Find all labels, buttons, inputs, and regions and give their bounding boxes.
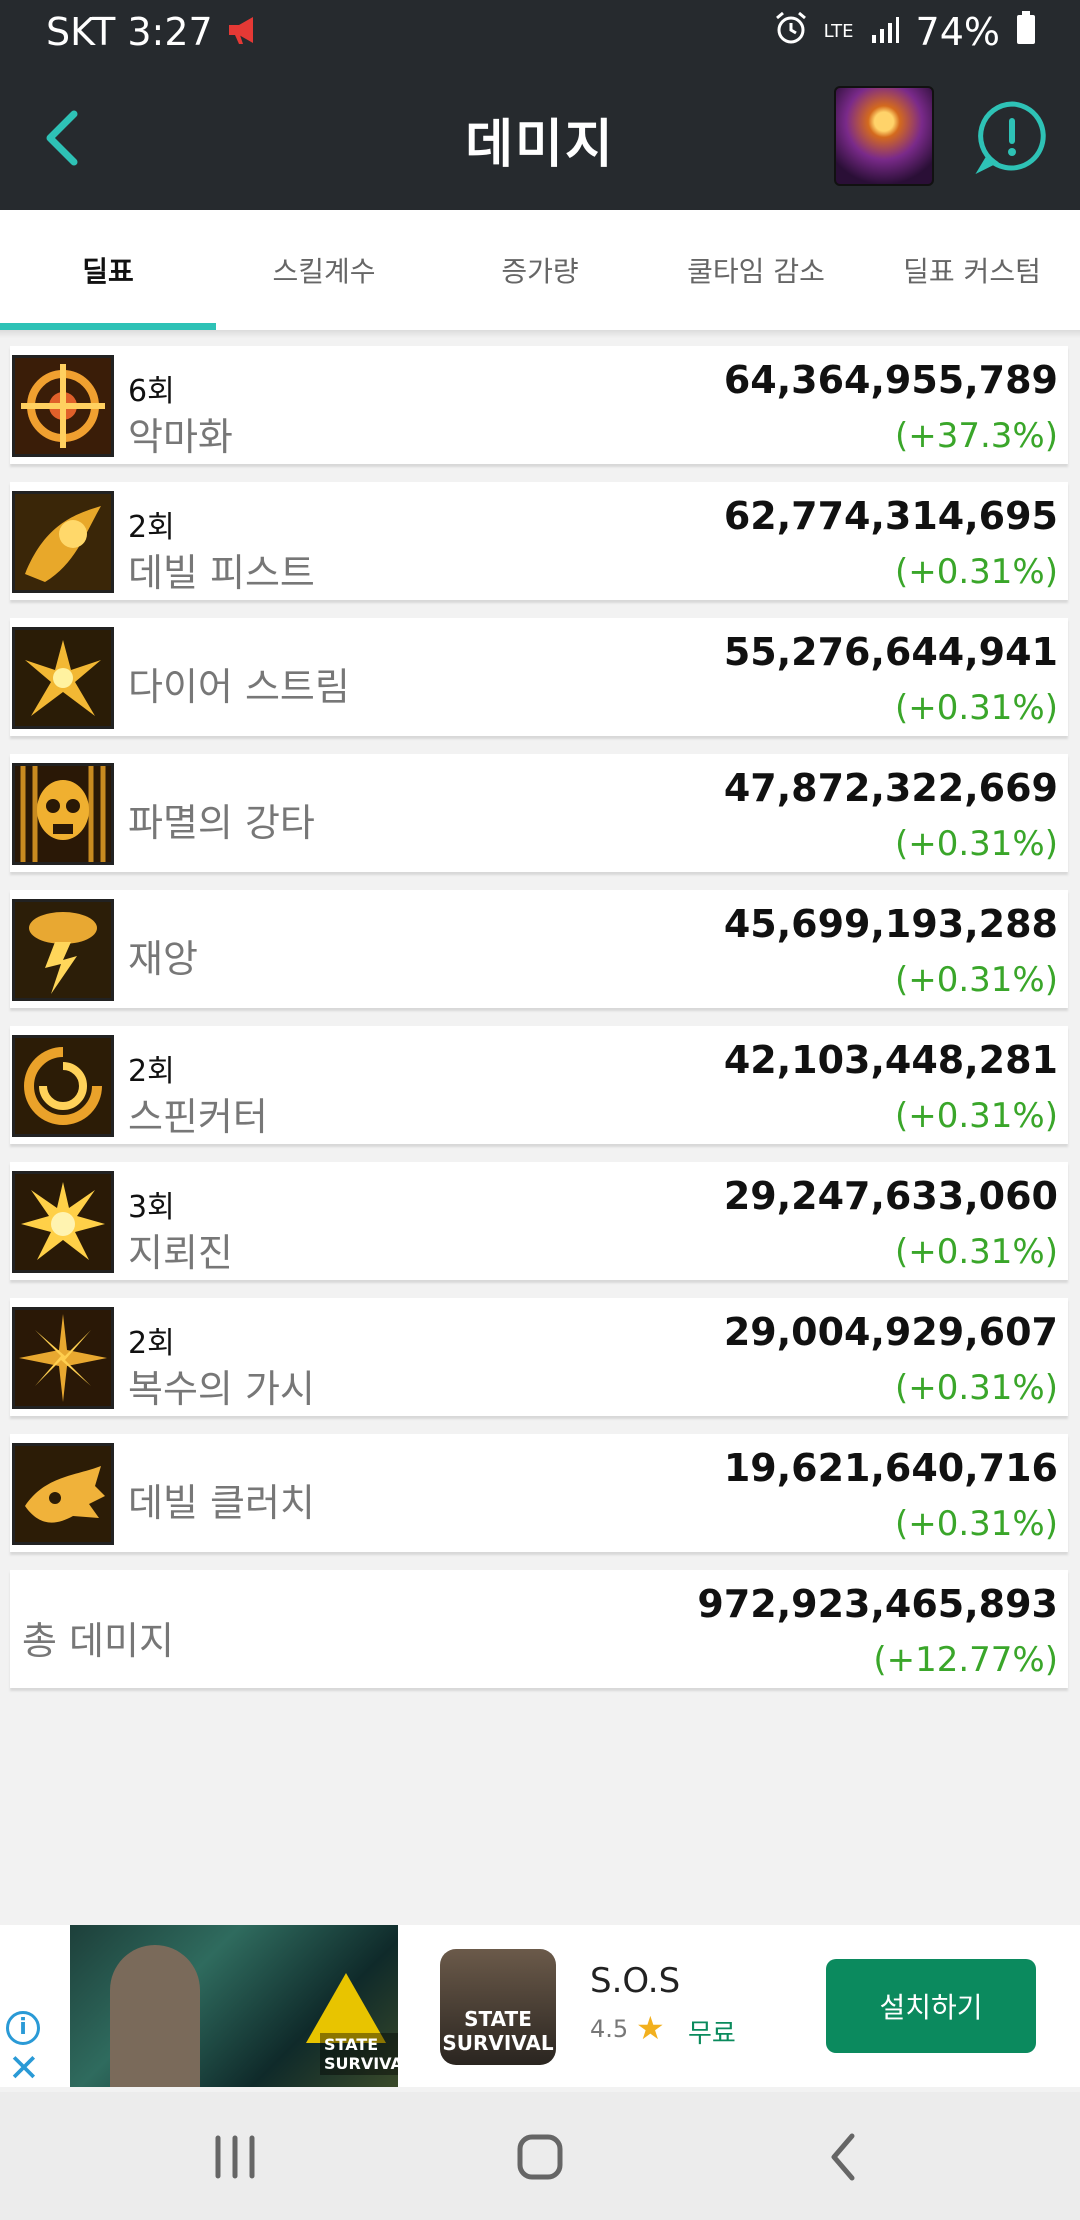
list-item: 데빌 클러치 19,621,640,716 (+0.31%) — [10, 1434, 1068, 1552]
skill-name: 데빌 피스트 — [128, 551, 315, 595]
star-icon: ★ — [636, 2009, 665, 2047]
damage-change: (+0.31%) — [894, 552, 1058, 592]
status-left: SKT 3:27 — [46, 10, 261, 54]
ad-price: 무료 — [688, 2019, 736, 2049]
fist-icon — [12, 491, 114, 593]
megaphone-icon — [227, 10, 261, 54]
storm-icon — [12, 899, 114, 1001]
damage-value: 19,621,640,716 — [723, 1446, 1058, 1490]
list-item: 6회 악마화 64,364,955,789 (+37.3%) — [10, 346, 1068, 464]
tab-dps-table[interactable]: 딜표 — [0, 210, 216, 330]
damage-value: 29,004,929,607 — [723, 1310, 1058, 1354]
signal-icon — [870, 10, 900, 54]
damage-value: 64,364,955,789 — [723, 358, 1058, 402]
damage-change: (+0.31%) — [894, 960, 1058, 1000]
hit-count: 6회 — [128, 374, 175, 409]
alert-circle-icon — [975, 101, 1046, 175]
system-nav-bar — [0, 2092, 1080, 2220]
character-avatar[interactable] — [834, 86, 934, 186]
tab-cooldown-reduction[interactable]: 쿨타임 감소 — [648, 210, 864, 330]
carrier-time: SKT 3:27 — [46, 10, 213, 54]
hit-count: 2회 — [128, 1326, 175, 1361]
list-item: 다이어 스트림 55,276,644,941 (+0.31%) — [10, 618, 1068, 736]
list-item: 3회 지뢰진 29,247,633,060 (+0.31%) — [10, 1162, 1068, 1280]
ad-character — [110, 1945, 200, 2087]
spin-icon — [12, 1035, 114, 1137]
skill-name: 스핀커터 — [128, 1095, 268, 1139]
ad-image[interactable]: STATE SURVIVAL — [70, 1925, 398, 2087]
damage-value: 62,774,314,695 — [723, 494, 1058, 538]
ad-app-icon-text: STATE SURVIVAL — [442, 2007, 554, 2055]
alarm-icon — [774, 10, 808, 54]
damage-change: (+0.31%) — [894, 824, 1058, 864]
skill-name: 복수의 가시 — [128, 1367, 315, 1411]
hit-count: 2회 — [128, 510, 175, 545]
damage-change: (+0.31%) — [894, 1232, 1058, 1272]
skull-icon — [12, 763, 114, 865]
thorns-icon — [12, 1307, 114, 1409]
list-item: 2회 스핀커터 42,103,448,281 (+0.31%) — [10, 1026, 1068, 1144]
tab-increase[interactable]: 증가량 — [432, 210, 648, 330]
damage-value: 42,103,448,281 — [723, 1038, 1058, 1082]
skill-name: 데빌 클러치 — [128, 1481, 315, 1525]
claw-icon — [12, 1443, 114, 1545]
hit-count: 2회 — [128, 1054, 175, 1089]
status-bar: SKT 3:27 LTE 74% — [0, 0, 1080, 64]
list-item: 2회 데빌 피스트 62,774,314,695 (+0.31%) — [10, 482, 1068, 600]
home-icon — [517, 2134, 563, 2180]
damage-value: 55,276,644,941 — [723, 630, 1058, 674]
ad-rating: 4.5 — [590, 2015, 629, 2043]
tab-bar: 딜표 스킬계수 증가량 쿨타임 감소 딜표 커스텀 — [0, 210, 1080, 330]
skill-name: 악마화 — [128, 415, 233, 459]
alert-button[interactable] — [974, 98, 1050, 175]
burst-icon — [12, 627, 114, 729]
damage-change: (+37.3%) — [894, 416, 1058, 456]
back-nav-button[interactable] — [810, 2122, 880, 2192]
total-label: 총 데미지 — [22, 1619, 174, 1663]
app-bar: 데미지 — [0, 64, 1080, 210]
ad-close-icon[interactable]: ✕ — [8, 2049, 40, 2087]
skill-name: 다이어 스트림 — [128, 665, 350, 709]
ad-banner[interactable]: i ✕ STATE SURVIVAL STATE SURVIVAL S.O.S … — [0, 1925, 1080, 2087]
damage-value: 29,247,633,060 — [723, 1174, 1058, 1218]
tab-skill-coefficient[interactable]: 스킬계수 — [216, 210, 432, 330]
ad-banner-logo: STATE SURVIVAL — [320, 2033, 398, 2075]
status-right: LTE 74% — [774, 10, 1036, 54]
recent-apps-button[interactable] — [200, 2122, 270, 2192]
list-item: 2회 복수의 가시 29,004,929,607 (+0.31%) — [10, 1298, 1068, 1416]
skill-name: 파멸의 강타 — [128, 801, 315, 845]
damage-change: (+0.31%) — [894, 1368, 1058, 1408]
damage-change: (+0.31%) — [894, 1504, 1058, 1544]
list-item: 재앙 45,699,193,288 (+0.31%) — [10, 890, 1068, 1008]
total-damage-row: 총 데미지 972,923,465,893 (+12.77%) — [10, 1570, 1068, 1688]
battery-icon — [1016, 10, 1036, 54]
ad-info-icon[interactable]: i — [6, 2011, 40, 2045]
total-damage-value: 972,923,465,893 — [697, 1582, 1058, 1626]
home-button[interactable] — [505, 2122, 575, 2192]
recent-apps-icon — [215, 2135, 255, 2179]
damage-change: (+0.31%) — [894, 1096, 1058, 1136]
explosion-icon — [12, 1171, 114, 1273]
list-item: 파멸의 강타 47,872,322,669 (+0.31%) — [10, 754, 1068, 872]
ad-app-name: S.O.S — [590, 1961, 681, 2001]
skill-name: 재앙 — [128, 937, 198, 981]
battery-percent: 74% — [915, 10, 1000, 54]
hit-count: 3회 — [128, 1190, 175, 1225]
back-nav-icon — [831, 2133, 855, 2181]
total-damage-change: (+12.77%) — [873, 1640, 1058, 1680]
damage-list: 6회 악마화 64,364,955,789 (+37.3%) 2회 데빌 피스트… — [10, 346, 1068, 1706]
damage-value: 45,699,193,288 — [723, 902, 1058, 946]
crosshair-icon — [12, 355, 114, 457]
install-button[interactable]: 설치하기 — [826, 1959, 1036, 2053]
skill-name: 지뢰진 — [128, 1231, 233, 1275]
tab-dps-custom[interactable]: 딜표 커스텀 — [864, 210, 1080, 330]
damage-change: (+0.31%) — [894, 688, 1058, 728]
lte-label: LTE — [823, 21, 854, 42]
damage-value: 47,872,322,669 — [723, 766, 1058, 810]
ad-app-icon[interactable]: STATE SURVIVAL — [440, 1949, 556, 2065]
tab-divider — [0, 330, 1080, 338]
